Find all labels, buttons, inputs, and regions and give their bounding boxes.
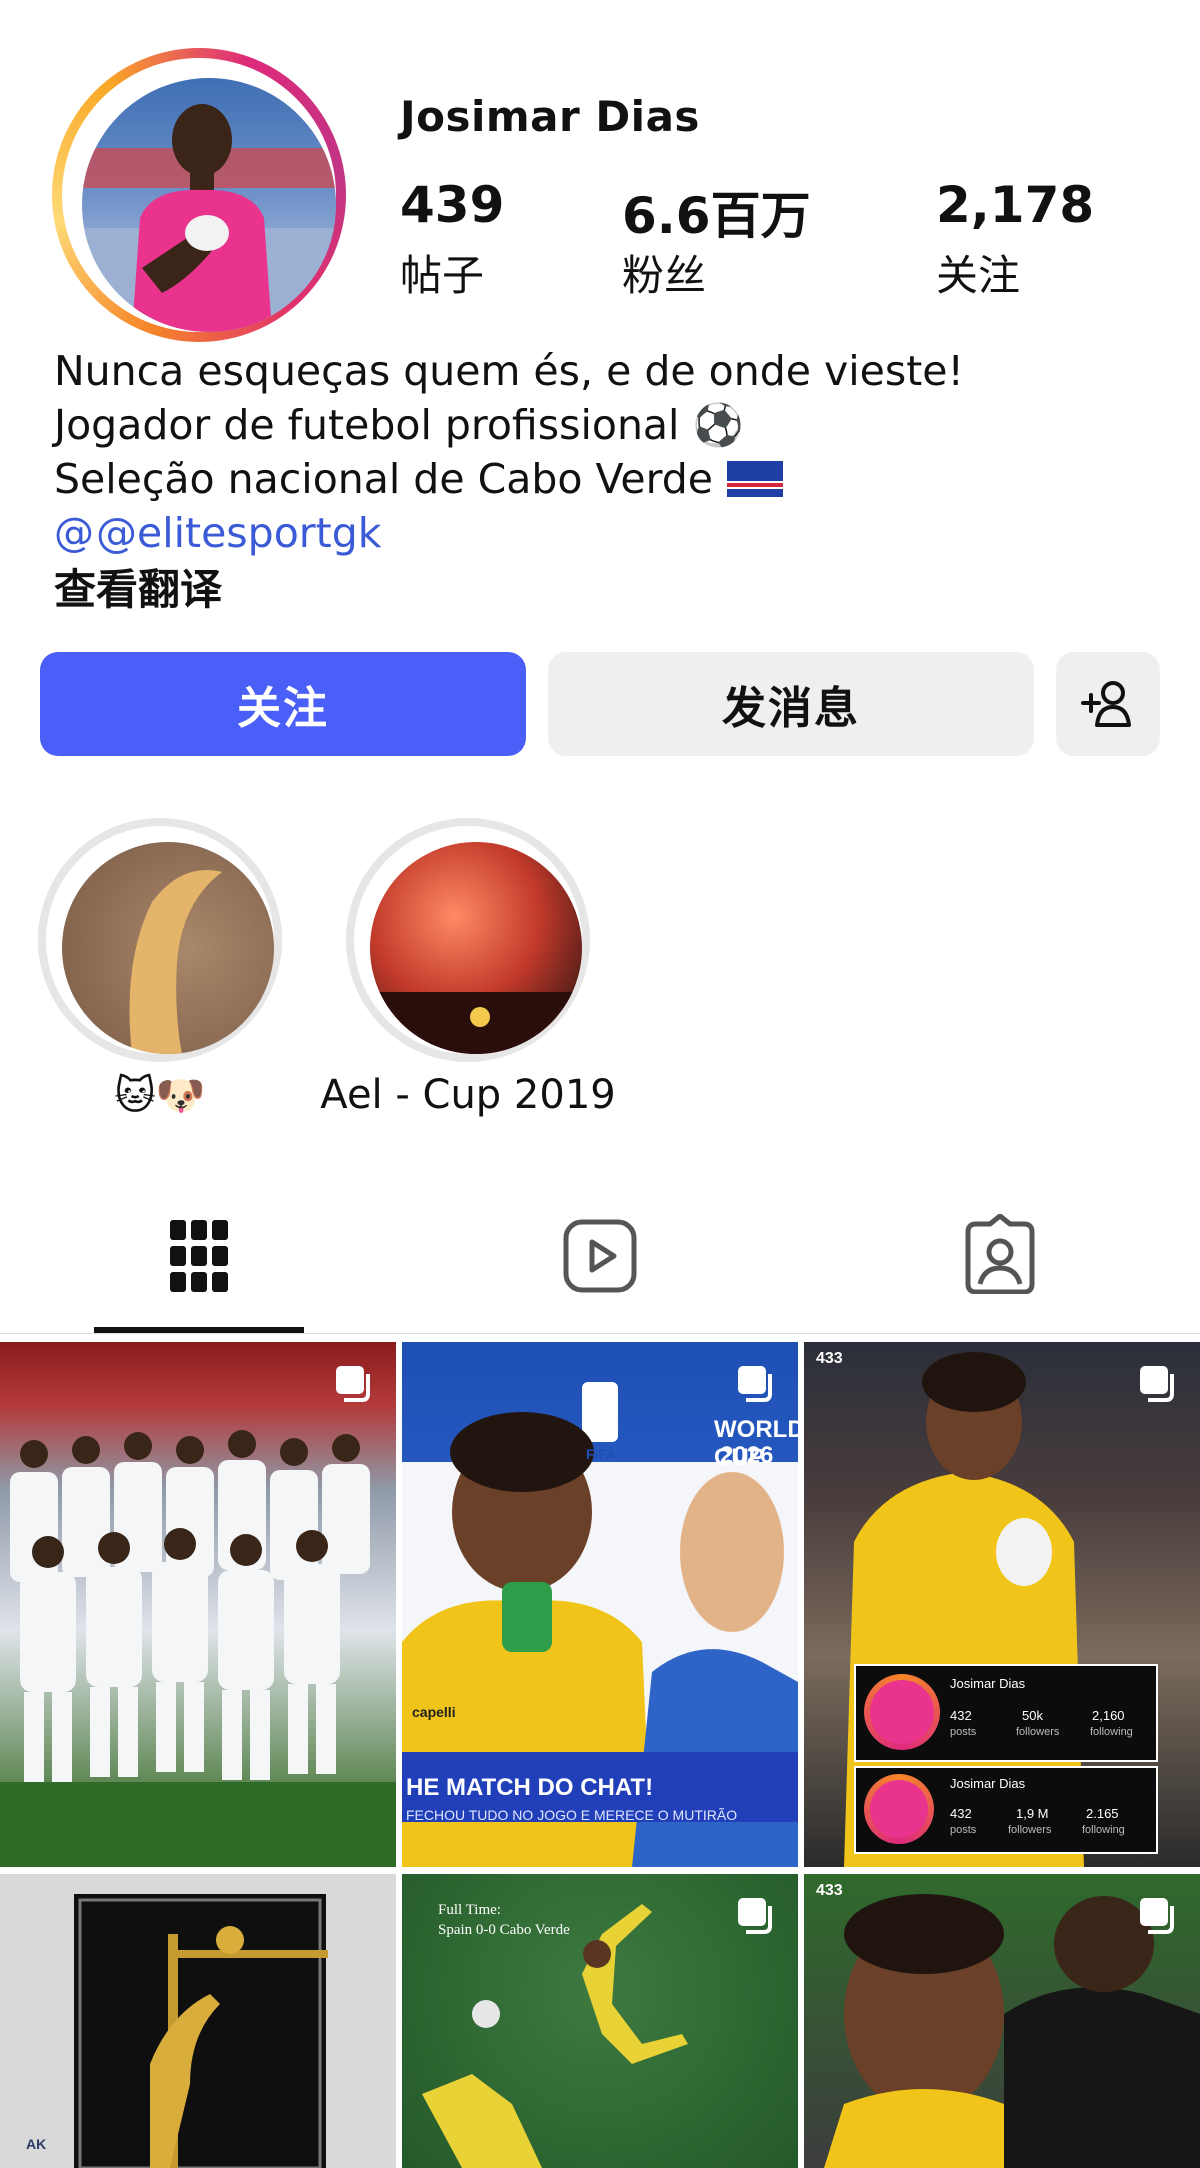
highlight-ael-cup-label: Ael - Cup 2019: [320, 1072, 616, 1118]
interview-banner-subtitle: FECHOU TUDO NO JOGO E MERECE O MUTIRÃO: [406, 1807, 738, 1823]
post-tile[interactable]: 433 Josimar Dias 432 posts 50k followers…: [804, 1342, 1200, 1867]
post-image: [0, 1430, 396, 1867]
see-translation-link[interactable]: 查看翻译: [54, 556, 222, 617]
card-following-label: following: [1090, 1726, 1133, 1738]
following-count[interactable]: 2,178: [936, 176, 1094, 234]
caption-line-2: Spain 0-0 Cabo Verde: [438, 1922, 570, 1938]
post-tile[interactable]: [0, 1342, 396, 1867]
post-tile[interactable]: WORLD CUP 2026 FIFA HE MATCH DO CHAT! FE…: [402, 1342, 798, 1867]
interview-banner-title: HE MATCH DO CHAT!: [406, 1774, 654, 1801]
card-name: Josimar Dias: [950, 1676, 1026, 1691]
avatar-photo: [82, 78, 336, 332]
card-posts-label: posts: [950, 1726, 977, 1738]
shirt-sponsor: capelli: [412, 1704, 456, 1720]
profile-avatar[interactable]: [52, 48, 346, 342]
tab-divider: [0, 1333, 1200, 1334]
world-cup-year: 2026: [720, 1442, 774, 1469]
tab-tagged[interactable]: [962, 1213, 1038, 1298]
followers-count[interactable]: 6.6百万: [622, 176, 811, 248]
carousel-icon: [1140, 1366, 1174, 1402]
posts-count[interactable]: 439: [400, 176, 504, 234]
post-image: [74, 1894, 328, 2168]
carousel-icon: [738, 1898, 772, 1934]
tab-reels[interactable]: [562, 1218, 638, 1298]
bio-line-1: Nunca esqueças quem és, e de onde vieste…: [54, 347, 964, 395]
carousel-icon: [1140, 1898, 1174, 1934]
cape-verde-flag-icon: [726, 461, 783, 497]
posts-label[interactable]: 帖子: [400, 242, 484, 303]
badge-433: 433: [816, 1350, 843, 1367]
bio-line-3: Seleção nacional de Cabo Verde: [54, 452, 783, 506]
card-followers-label: followers: [1016, 1726, 1060, 1738]
highlight-pets[interactable]: [38, 818, 282, 1062]
highlight-pets-label: 🐱🐶: [114, 1073, 206, 1119]
carousel-icon: [336, 1366, 370, 1402]
threads-handle: @elitesportgk: [96, 509, 382, 557]
card-posts: 432: [950, 1806, 972, 1821]
reels-icon: [563, 1219, 637, 1293]
post-tile[interactable]: 433: [804, 1874, 1200, 2168]
badge-433: 433: [816, 1882, 843, 1899]
follow-button[interactable]: 关注: [40, 652, 526, 756]
grid-icon: [170, 1220, 228, 1292]
highlight-pets-cover: [62, 842, 274, 1054]
tagged-icon: [965, 1213, 1035, 1295]
following-label[interactable]: 关注: [936, 242, 1020, 303]
corner-mark: AK: [26, 2136, 47, 2152]
add-person-icon: [1081, 681, 1131, 727]
threads-icon: @: [54, 510, 94, 556]
tab-posts-grid[interactable]: [168, 1218, 230, 1298]
carousel-icon: [738, 1366, 772, 1402]
card-following: 2,160: [1092, 1708, 1125, 1723]
card-followers-label: followers: [1008, 1824, 1052, 1836]
caption-line-1: Full Time:: [438, 1902, 501, 1918]
post-tile[interactable]: AK: [0, 1874, 396, 2168]
stats-card-before: Josimar Dias 432 posts 50k followers 2,1…: [854, 1664, 1158, 1762]
card-following: 2.165: [1086, 1806, 1119, 1821]
fifa-logo-text: FIFA: [586, 1446, 617, 1462]
card-name: Josimar Dias: [950, 1776, 1026, 1791]
stats-card-after: Josimar Dias 432 posts 1,9 M followers 2…: [854, 1766, 1158, 1854]
card-followers: 50k: [1022, 1708, 1043, 1723]
followers-label[interactable]: 粉丝: [622, 242, 706, 303]
bio-line-3-text: Seleção nacional de Cabo Verde: [54, 455, 713, 503]
card-posts: 432: [950, 1708, 972, 1723]
message-button[interactable]: 发消息: [548, 652, 1034, 756]
card-following-label: following: [1082, 1824, 1125, 1836]
highlight-ael-cup-cover: [370, 842, 582, 1054]
card-followers: 1,9 M: [1016, 1806, 1049, 1821]
profile-name: Josimar Dias: [400, 92, 700, 141]
post-tile[interactable]: Full Time: Spain 0-0 Cabo Verde: [402, 1874, 798, 2168]
card-posts-label: posts: [950, 1824, 977, 1836]
highlight-ael-cup[interactable]: [346, 818, 590, 1062]
suggested-users-button[interactable]: [1056, 652, 1160, 756]
bio-line-2: Jogador de futebol profissional ⚽: [54, 401, 744, 449]
threads-link[interactable]: @ @elitesportgk: [54, 506, 381, 560]
